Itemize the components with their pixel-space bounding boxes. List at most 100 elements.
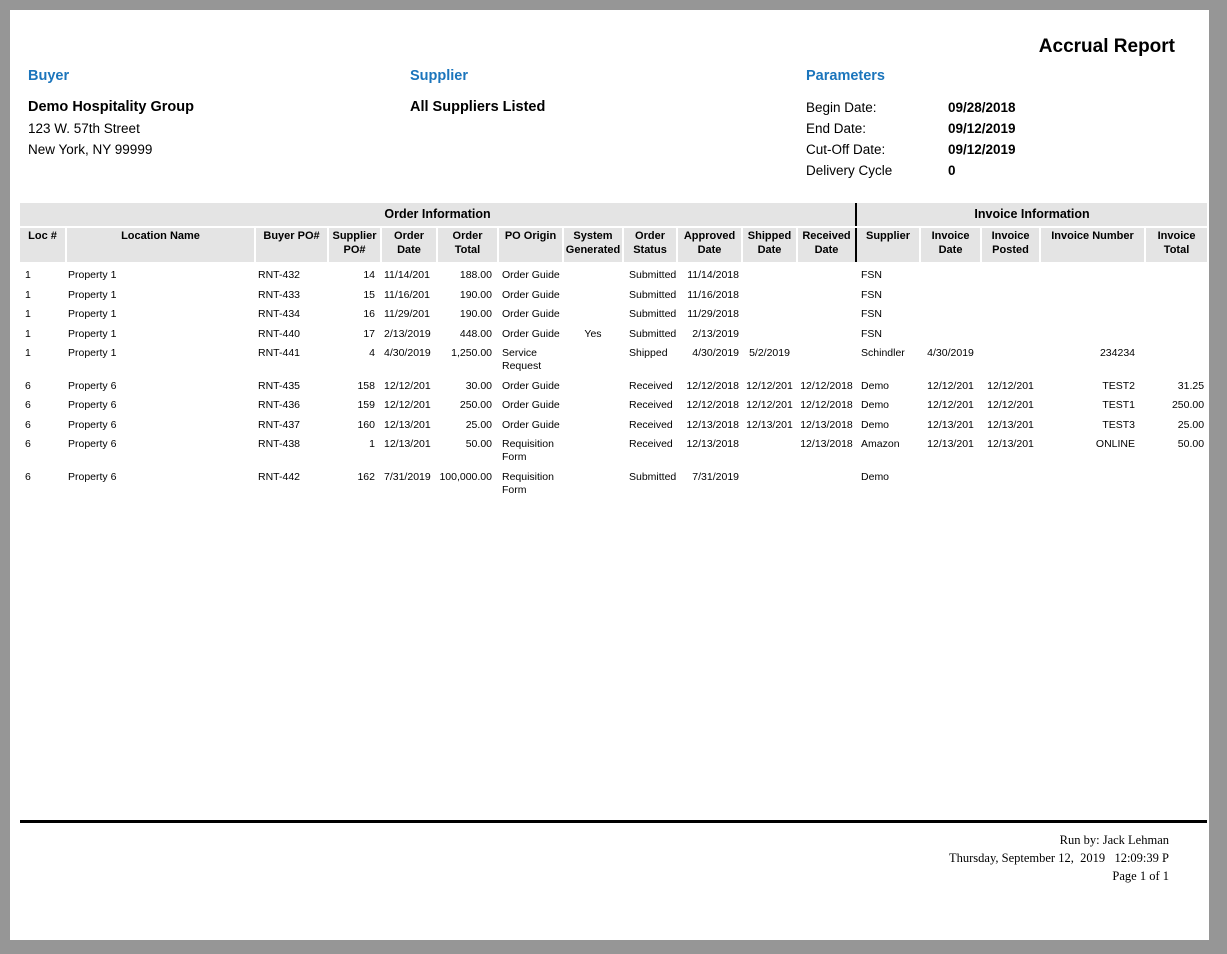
column-header: Invoice Posted — [981, 227, 1040, 262]
table-cell: 31.25 — [1145, 377, 1207, 397]
table-cell: Order Guide — [498, 305, 563, 325]
table-cell: 12/12/201 — [381, 396, 437, 416]
table-cell: 50.00 — [437, 435, 498, 468]
table-row: 6Property 6RNT-43515812/12/20130.00Order… — [20, 377, 1207, 397]
param-end-date: End Date: 09/12/2019 — [806, 118, 1016, 139]
table-cell: 50.00 — [1145, 435, 1207, 468]
table-cell: 12/13/201 — [981, 416, 1040, 436]
table-cell: Order Guide — [498, 262, 563, 286]
footer-divider — [20, 820, 1207, 823]
table-cell: FSN — [856, 325, 920, 345]
column-header: Invoice Date — [920, 227, 981, 262]
table-cell: Demo — [856, 396, 920, 416]
table-cell: 12/12/2018 — [797, 377, 856, 397]
table-cell: 17 — [328, 325, 381, 345]
table-cell — [563, 377, 623, 397]
table-cell: 11/16/2018 — [677, 286, 742, 306]
table-cell: 12/12/201 — [981, 396, 1040, 416]
parameters-section: Parameters Begin Date: 09/28/2018 End Da… — [806, 68, 1016, 181]
footer-page-number: Page 1 of 1 — [949, 867, 1169, 885]
table-cell: 1 — [20, 325, 66, 345]
column-header: Location Name — [66, 227, 255, 262]
table-cell: Property 1 — [66, 344, 255, 377]
table-cell: 12/13/2018 — [677, 416, 742, 436]
table-cell: 250.00 — [1145, 396, 1207, 416]
table-cell: Property 1 — [66, 286, 255, 306]
table-cell: 25.00 — [437, 416, 498, 436]
table-row: 6Property 6RNT-43615912/12/201250.00Orde… — [20, 396, 1207, 416]
table-head: Order InformationInvoice InformationLoc … — [20, 203, 1207, 262]
table-cell: 7/31/2019 — [381, 468, 437, 501]
table-cell — [742, 435, 797, 468]
table-cell: 12/13/201 — [920, 435, 981, 468]
buyer-section: Buyer Demo Hospitality Group 123 W. 57th… — [28, 68, 194, 160]
table-cell: 4 — [328, 344, 381, 377]
table-row: 6Property 6RNT-4421627/31/2019100,000.00… — [20, 468, 1207, 501]
table-cell: Submitted — [623, 262, 677, 286]
table-cell: 12/12/2018 — [677, 377, 742, 397]
table-cell: 12/13/2018 — [677, 435, 742, 468]
table-cell: 12/12/201 — [920, 396, 981, 416]
table-cell — [563, 468, 623, 501]
param-end-date-label: End Date: — [806, 118, 948, 139]
table-cell — [797, 325, 856, 345]
table-cell — [920, 262, 981, 286]
table-cell: 4/30/2019 — [677, 344, 742, 377]
column-header: Buyer PO# — [255, 227, 328, 262]
table-cell: 16 — [328, 305, 381, 325]
table-cell: Requisition Form — [498, 435, 563, 468]
table-cell — [920, 468, 981, 501]
table-cell: Amazon — [856, 435, 920, 468]
table-cell: Shipped — [623, 344, 677, 377]
table-cell: 12/13/201 — [381, 435, 437, 468]
table-cell — [1145, 325, 1207, 345]
table-cell: 100,000.00 — [437, 468, 498, 501]
table-cell — [1040, 325, 1145, 345]
table-cell: Property 6 — [66, 396, 255, 416]
column-header: Invoice Total — [1145, 227, 1207, 262]
table-cell: TEST2 — [1040, 377, 1145, 397]
table-cell: 2/13/2019 — [381, 325, 437, 345]
column-header: System Generated — [563, 227, 623, 262]
table-row: 6Property 6RNT-438112/13/20150.00Requisi… — [20, 435, 1207, 468]
supplier-label: Supplier — [410, 68, 545, 84]
table-cell: 234234 — [1040, 344, 1145, 377]
table-cell: RNT-438 — [255, 435, 328, 468]
table-cell: 14 — [328, 262, 381, 286]
table-cell — [742, 262, 797, 286]
table-cell: 12/13/2018 — [797, 416, 856, 436]
table-cell — [981, 262, 1040, 286]
table-cell: RNT-436 — [255, 396, 328, 416]
table-cell — [920, 325, 981, 345]
table-cell: 190.00 — [437, 286, 498, 306]
table-cell: Property 1 — [66, 325, 255, 345]
table-cell: 6 — [20, 468, 66, 501]
table-cell: RNT-434 — [255, 305, 328, 325]
table-cell — [981, 344, 1040, 377]
table-cell — [1040, 305, 1145, 325]
table-cell: 162 — [328, 468, 381, 501]
table-cell: 11/29/201 — [381, 305, 437, 325]
table-cell: 12/12/201 — [981, 377, 1040, 397]
column-header: Loc # — [20, 227, 66, 262]
param-delivery-cycle: Delivery Cycle 0 — [806, 160, 1016, 181]
table-cell — [563, 396, 623, 416]
accrual-table: Order InformationInvoice InformationLoc … — [20, 203, 1207, 500]
table-cell: Received — [623, 435, 677, 468]
table-cell: 12/13/201 — [981, 435, 1040, 468]
table-cell: 1 — [20, 262, 66, 286]
param-begin-date: Begin Date: 09/28/2018 — [806, 97, 1016, 118]
group-header-order: Order Information — [20, 203, 856, 227]
table-cell — [742, 325, 797, 345]
table-cell: 1 — [20, 305, 66, 325]
table-cell: Requisition Form — [498, 468, 563, 501]
table-cell: TEST1 — [1040, 396, 1145, 416]
table-cell: Property 6 — [66, 377, 255, 397]
column-header: Received Date — [797, 227, 856, 262]
table-cell: 12/12/201 — [742, 377, 797, 397]
table-cell: 11/14/201 — [381, 262, 437, 286]
table-cell — [920, 286, 981, 306]
table-cell — [742, 286, 797, 306]
param-delivery-cycle-value: 0 — [948, 160, 956, 181]
table-cell: 1 — [20, 344, 66, 377]
